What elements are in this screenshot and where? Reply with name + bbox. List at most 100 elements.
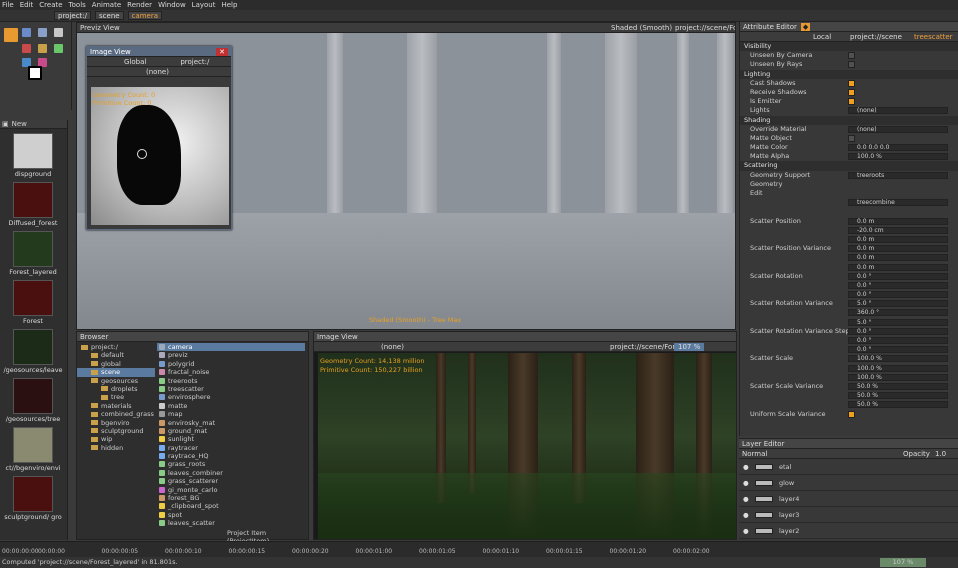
attr-field[interactable]: (none) [848,107,948,115]
attr-field[interactable]: 100.0 % [848,355,948,363]
image-dropdown[interactable]: (none) [146,68,169,76]
browser-item[interactable]: gi_monte_carlo [157,486,305,494]
attr-field[interactable]: 0.0 m [848,235,948,243]
eyedropper-tool-icon[interactable] [54,44,63,53]
attr-row[interactable]: Scatter Position 0.0 m [740,217,958,226]
browser-item[interactable]: grass_scatterer [157,477,305,485]
browser-item[interactable]: sunlight [157,435,305,443]
new-icon[interactable]: ▣ [2,120,9,128]
attr-row[interactable] [740,207,958,216]
browser-item[interactable]: camera [157,343,305,352]
attr-checkbox[interactable] [848,79,855,87]
shelf-item[interactable]: dispground [3,133,63,178]
menu-item-window[interactable]: Window [158,1,186,9]
attr-field[interactable]: 100.0 % [848,373,948,381]
lock-icon[interactable]: ◆ [800,22,811,31]
eye-icon[interactable]: ● [743,459,749,475]
attr-row[interactable]: Override Material (none) [740,125,958,134]
browser-item[interactable]: ground_mat [157,427,305,435]
shelf-item[interactable]: sculptground/ gro [3,476,63,521]
browser-tree-item[interactable]: hidden [77,444,155,452]
menu-item-create[interactable]: Create [39,1,62,9]
browser-item[interactable]: leaves_scatter [157,519,305,527]
rotate-tool-icon[interactable] [38,28,47,37]
attr-row[interactable]: Cast Shadows [740,79,958,88]
attr-field[interactable]: treeroots [848,171,948,179]
layer-row[interactable]: ● layer3 [739,507,958,523]
attr-field[interactable]: 0.0 ° [848,281,948,289]
attr-row[interactable]: 0.0 ° [740,290,958,299]
attr-field[interactable]: 0.0 m [848,263,948,271]
attr-field[interactable]: 0.0 m [848,254,948,262]
attr-row[interactable]: Scatter Rotation 0.0 ° [740,272,958,281]
attr-row[interactable]: 360.0 ° [740,308,958,317]
browser-item[interactable]: treeroots [157,377,305,385]
browser-item[interactable]: previz [157,351,305,359]
attr-row[interactable]: 0.0 ° [740,345,958,354]
browser-item[interactable]: spot [157,511,305,519]
browser-item[interactable]: fractal_noise [157,368,305,376]
layer-row[interactable]: ● layer4 [739,491,958,507]
browser-tree-item[interactable]: bgenviro [77,419,155,427]
crumb-current[interactable]: camera [127,11,162,20]
browser-item[interactable]: map [157,410,305,418]
attr-field[interactable]: 0.0 ° [848,346,948,354]
render-zoom[interactable]: 107 % [674,342,705,351]
attr-field[interactable]: 0.0 m [848,217,948,225]
attr-space[interactable]: Local [813,33,831,41]
move-tool-icon[interactable] [22,28,31,37]
attr-checkbox[interactable] [848,61,855,69]
attr-row[interactable]: Scatter Rotation Variance Step 0.0 ° [740,327,958,336]
select-tool-icon[interactable] [4,28,18,42]
browser-tree-item[interactable]: materials [77,402,155,410]
render-dropdown[interactable]: (none) [381,343,404,351]
color-swatch-icon[interactable] [28,66,42,80]
browser-tree-item[interactable]: combined_grass [77,410,155,418]
blend-mode[interactable]: Normal [742,450,767,458]
browser-item[interactable]: leaves_combiner [157,469,305,477]
shelf-item[interactable]: /geosources/leave [3,329,63,374]
attr-path[interactable]: project://scene [850,33,902,41]
menu-item-render[interactable]: Render [127,1,152,9]
browser-tree-item[interactable]: default [77,351,155,359]
attr-field[interactable]: 5.0 ° [848,300,948,308]
shelf-item[interactable]: Forest [3,280,63,325]
browser-item[interactable]: grass_roots [157,460,305,468]
eye-icon[interactable]: ● [743,523,749,539]
attr-row[interactable]: 0.0 m [740,263,958,272]
browser-tree-item[interactable]: sculptground [77,427,155,435]
attr-field[interactable]: (none) [848,125,948,133]
attr-row[interactable]: Matte Alpha 100.0 % [740,152,958,161]
crumb-scene[interactable]: scene [95,11,124,20]
browser-tree-item[interactable]: droplets [77,385,155,393]
shelf-item[interactable]: ct//bgenviro/envi [3,427,63,472]
browser-item[interactable]: forest_BG [157,494,305,502]
browser-item[interactable]: envirosky_mat [157,419,305,427]
layer-row[interactable]: ● glow [739,475,958,491]
attr-field[interactable]: 0.0 0.0 0.0 [848,144,948,152]
attr-field[interactable]: 0.0 ° [848,272,948,280]
attr-field[interactable]: 0.0 ° [848,327,948,335]
image-view-float[interactable]: Image View ✕ Global project:/ (none) Geo… [86,46,232,230]
image-view-render[interactable]: Image View (none) project://scene/Forest… [313,331,737,540]
browser-item[interactable]: matte [157,402,305,410]
attr-row[interactable]: Scatter Rotation Variance 5.0 ° [740,299,958,308]
attr-row[interactable]: Is Emitter [740,97,958,106]
attr-row[interactable]: 0.0 ° [740,336,958,345]
menu-item-layout[interactable]: Layout [192,1,216,9]
viewport-shading[interactable]: Shaded (Smooth) [611,24,672,32]
attr-field[interactable]: 0.0 m [848,245,948,253]
menu-item-tools[interactable]: Tools [69,1,86,9]
viewport-path[interactable]: project://scene/Fo [675,24,735,32]
attr-field[interactable]: 50.0 % [848,401,948,409]
browser-tree-item[interactable]: global [77,360,155,368]
crumb-project[interactable]: project:/ [54,11,92,20]
attr-row[interactable]: treecombine [740,198,958,207]
attr-field[interactable]: 5.0 ° [848,318,948,326]
attr-checkbox[interactable] [848,98,855,106]
attr-row[interactable]: Matte Object [740,134,958,143]
menu-item-animate[interactable]: Animate [92,1,121,9]
attr-row[interactable]: 100.0 % [740,373,958,382]
brush-tool-icon[interactable] [38,44,47,53]
image-mode[interactable]: Global [124,58,146,66]
